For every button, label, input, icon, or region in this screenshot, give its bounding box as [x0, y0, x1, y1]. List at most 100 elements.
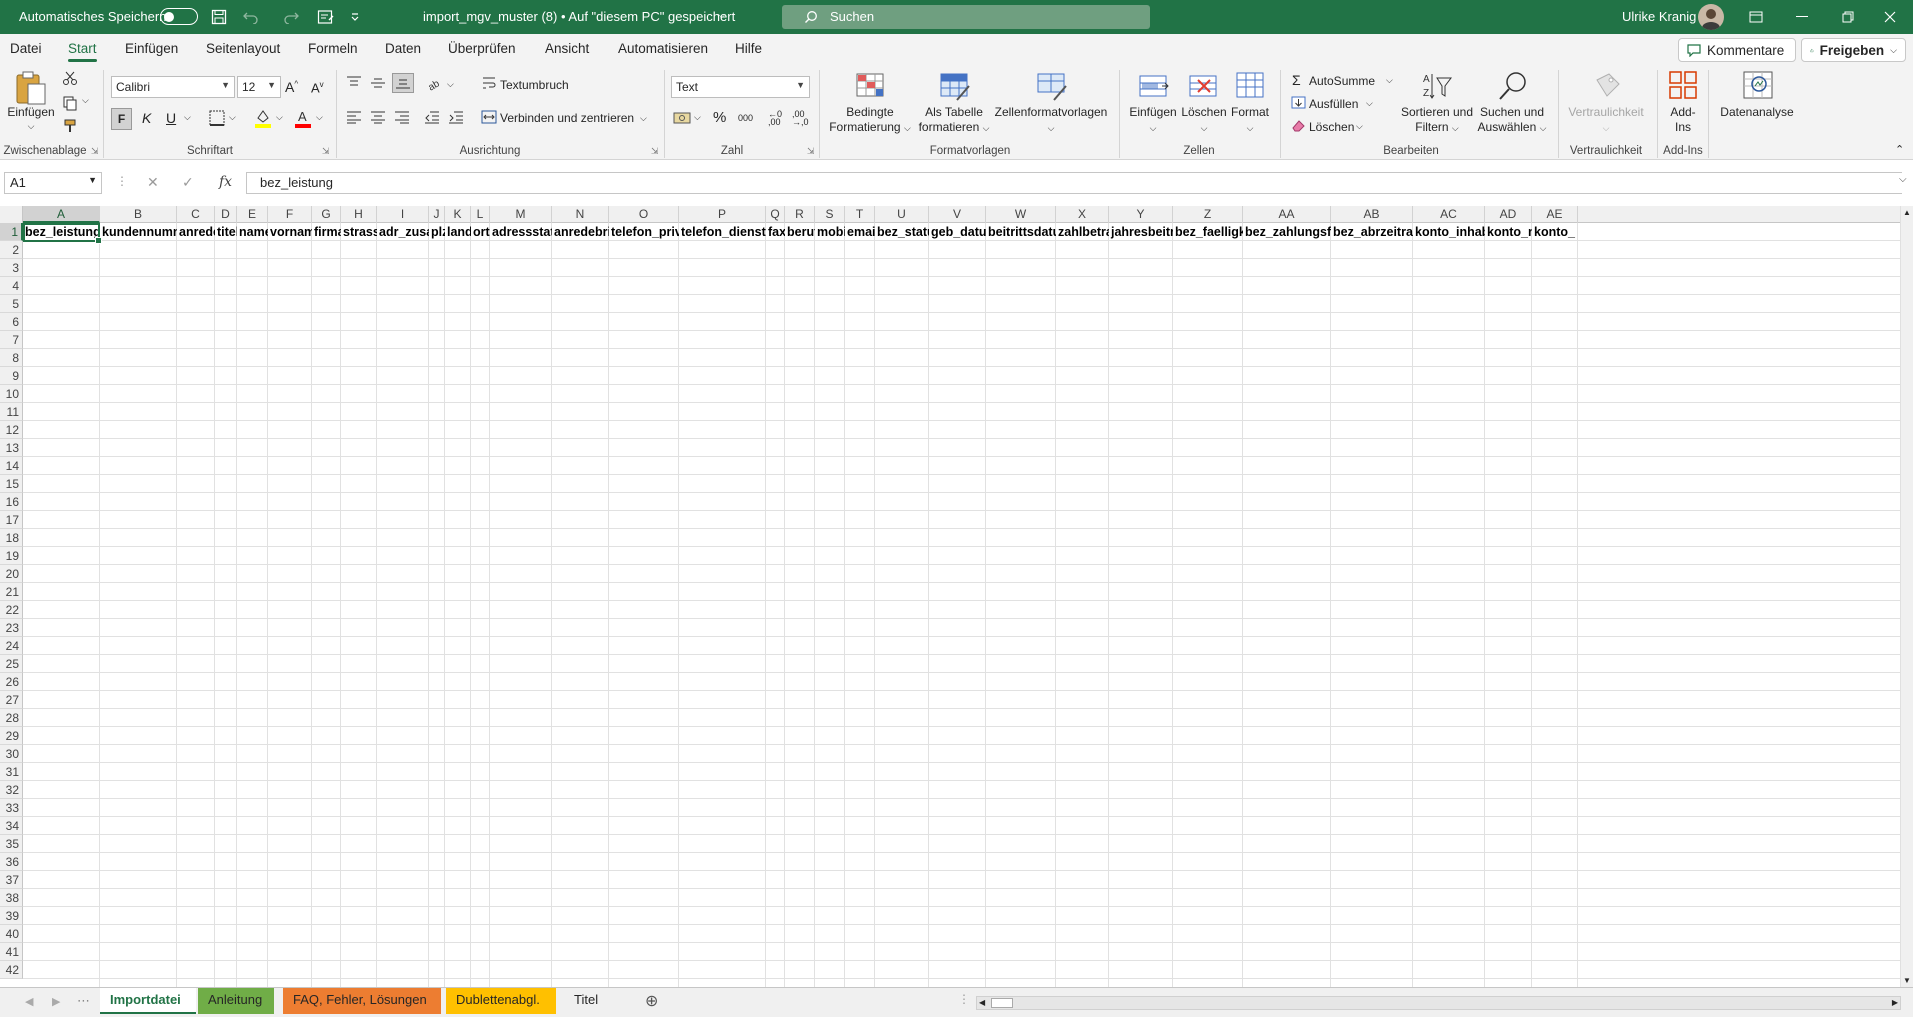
column-header-ac[interactable]: AC	[1413, 206, 1485, 223]
scroll-down-icon[interactable]: ▼	[1903, 976, 1911, 985]
column-header-t[interactable]: T	[845, 206, 875, 223]
row-header-40[interactable]: 40	[0, 925, 23, 943]
row-header-6[interactable]: 6	[0, 313, 23, 331]
row-header-14[interactable]: 14	[0, 457, 23, 475]
find-select-button[interactable]: Suchen und Auswählen ⌵	[1478, 105, 1547, 136]
tab-datei[interactable]: Datei	[10, 41, 42, 56]
fill-color-icon[interactable]	[254, 108, 272, 128]
clear-button[interactable]: Löschen	[1309, 120, 1354, 134]
active-cell-selection[interactable]	[23, 223, 102, 244]
column-header-h[interactable]: H	[341, 206, 377, 223]
row-header-25[interactable]: 25	[0, 655, 23, 673]
sheet-tab-faq[interactable]: FAQ, Fehler, Lösungen	[283, 988, 441, 1014]
column-header-ab[interactable]: AB	[1331, 206, 1413, 223]
splitter-icon[interactable]: ⋮	[958, 992, 970, 1006]
align-right-icon[interactable]	[394, 110, 410, 124]
row-header-31[interactable]: 31	[0, 763, 23, 781]
clear-icon[interactable]	[1291, 119, 1306, 132]
fill-icon[interactable]	[1291, 96, 1306, 109]
add-ins-icon[interactable]	[1668, 70, 1698, 100]
vertical-scrollbar[interactable]: ▲ ▼	[1900, 206, 1913, 987]
column-header-z[interactable]: Z	[1173, 206, 1243, 223]
row-header-22[interactable]: 22	[0, 601, 23, 619]
align-top-icon[interactable]	[346, 76, 362, 90]
ribbon-display-icon[interactable]	[1733, 0, 1779, 34]
align-center-icon[interactable]	[370, 110, 386, 124]
search-input[interactable]: Suchen	[782, 5, 1150, 29]
header-cell-n[interactable]: anredebrief	[552, 223, 609, 241]
column-header-a[interactable]: A	[23, 206, 100, 223]
add-sheet-icon[interactable]: ⊕	[645, 991, 658, 1011]
delete-cells-button[interactable]: Löschen ⌵	[1181, 105, 1226, 136]
row-header-26[interactable]: 26	[0, 673, 23, 691]
column-header-b[interactable]: B	[100, 206, 177, 223]
column-header-k[interactable]: K	[445, 206, 471, 223]
add-ins-button[interactable]: Add- Ins	[1670, 105, 1695, 135]
row-header-41[interactable]: 41	[0, 943, 23, 961]
number-format-select[interactable]: Text ▼	[671, 76, 810, 98]
row-header-32[interactable]: 32	[0, 781, 23, 799]
header-cell-u[interactable]: bez_status	[875, 223, 929, 241]
column-header-w[interactable]: W	[986, 206, 1056, 223]
format-cells-button[interactable]: Format ⌵	[1231, 105, 1269, 136]
row-header-30[interactable]: 30	[0, 745, 23, 763]
sheet-tab-anleitung[interactable]: Anleitung	[198, 988, 274, 1014]
header-cell-s[interactable]: mobil	[815, 223, 845, 241]
row-header-21[interactable]: 21	[0, 583, 23, 601]
header-cell-o[interactable]: telefon_privat	[609, 223, 679, 241]
row-header-4[interactable]: 4	[0, 277, 23, 295]
header-cell-i[interactable]: adr_zusatz	[377, 223, 429, 241]
row-header-23[interactable]: 23	[0, 619, 23, 637]
column-header-f[interactable]: F	[268, 206, 312, 223]
bold-button[interactable]: F	[111, 108, 132, 130]
autosum-icon[interactable]: Σ	[1292, 72, 1301, 88]
decrease-font-icon[interactable]: Av	[311, 80, 324, 95]
find-select-icon[interactable]	[1497, 70, 1529, 102]
conditional-formatting-icon[interactable]	[855, 72, 887, 102]
redo-icon[interactable]	[278, 6, 304, 28]
row-header-13[interactable]: 13	[0, 439, 23, 457]
sensitivity-button[interactable]: Vertraulichkeit ⌵	[1568, 105, 1643, 136]
align-middle-icon[interactable]	[370, 76, 386, 90]
header-cell-j[interactable]: plz	[429, 223, 445, 241]
chevron-down-icon[interactable]: ⌵	[28, 119, 35, 134]
column-header-x[interactable]: X	[1056, 206, 1109, 223]
row-header-39[interactable]: 39	[0, 907, 23, 925]
scrollbar-thumb[interactable]	[991, 998, 1013, 1008]
header-cell-ac[interactable]: konto_inhaber	[1413, 223, 1485, 241]
header-cell-t[interactable]: email	[845, 223, 875, 241]
header-cell-q[interactable]: fax	[766, 223, 785, 241]
column-header-j[interactable]: J	[429, 206, 445, 223]
header-cell-g[interactable]: firma	[312, 223, 341, 241]
header-cell-h[interactable]: strasse	[341, 223, 377, 241]
enter-icon[interactable]: ✓	[182, 174, 194, 191]
header-cell-c[interactable]: anrede	[177, 223, 215, 241]
restore-icon[interactable]	[1825, 0, 1871, 34]
avatar[interactable]	[1698, 4, 1724, 30]
chevron-down-icon[interactable]: ⌵	[1890, 45, 1897, 56]
scroll-right-icon[interactable]: ▶	[1892, 998, 1898, 1007]
conditional-formatting-button[interactable]: Bedingte Formatierung ⌵	[829, 105, 911, 136]
tab-hilfe[interactable]: Hilfe	[735, 41, 762, 56]
column-header-ad[interactable]: AD	[1485, 206, 1532, 223]
chevron-down-icon[interactable]: ⌵	[640, 113, 647, 124]
row-header-12[interactable]: 12	[0, 421, 23, 439]
header-cell-ad[interactable]: konto_nr	[1485, 223, 1532, 241]
row-header-27[interactable]: 27	[0, 691, 23, 709]
row-header-7[interactable]: 7	[0, 331, 23, 349]
row-header-3[interactable]: 3	[0, 259, 23, 277]
chevron-down-icon[interactable]: ⌵	[718, 10, 726, 21]
name-box[interactable]: A1 ▼	[4, 172, 102, 194]
data-analysis-button[interactable]: Datenanalyse	[1720, 105, 1793, 120]
italic-button[interactable]: K	[142, 110, 151, 126]
minimize-icon[interactable]	[1779, 0, 1825, 34]
column-header-r[interactable]: R	[785, 206, 815, 223]
autosum-button[interactable]: AutoSumme	[1309, 74, 1375, 88]
row-header-37[interactable]: 37	[0, 871, 23, 889]
align-left-icon[interactable]	[346, 110, 362, 124]
tab-ansicht[interactable]: Ansicht	[545, 41, 589, 56]
header-cell-r[interactable]: beruf	[785, 223, 815, 241]
wrap-text-icon[interactable]	[482, 76, 496, 90]
cut-icon[interactable]	[62, 70, 78, 86]
paste-icon[interactable]	[14, 70, 48, 106]
